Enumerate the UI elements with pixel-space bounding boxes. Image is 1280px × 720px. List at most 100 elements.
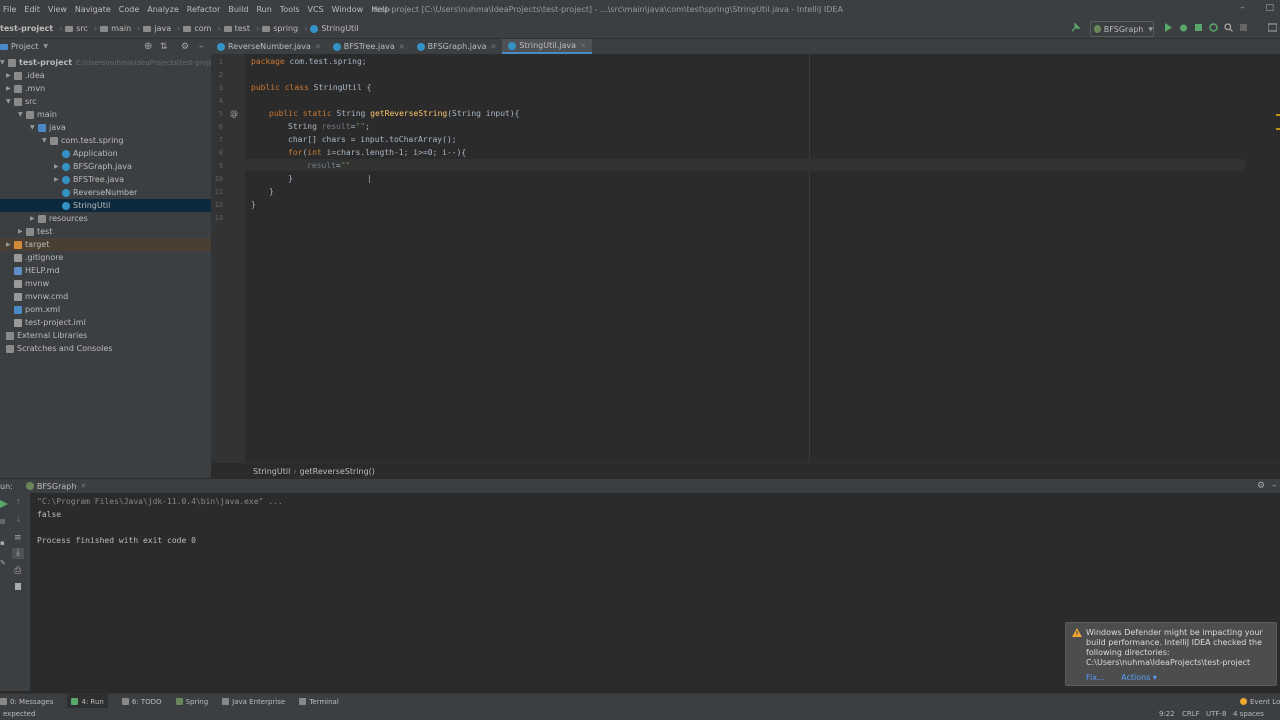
notification-balloon[interactable]: Windows Defender might be impacting your… — [1065, 622, 1277, 686]
breadcrumb-src[interactable]: src — [76, 24, 88, 33]
run-configuration-select[interactable]: BFSGraph ▼ — [1090, 21, 1154, 37]
expanded-arrow-icon[interactable]: ▼ — [42, 137, 50, 144]
gear-icon[interactable]: ⚙ — [181, 42, 189, 52]
tree-item-gitignore[interactable]: .gitignore — [14, 251, 63, 264]
tree-item-help-md[interactable]: HELP.md — [14, 264, 60, 277]
coverage-icon[interactable] — [1194, 23, 1203, 32]
editor-breadcrumb-class[interactable]: StringUtil — [253, 467, 290, 476]
indent-setting[interactable]: 4 spaces — [1233, 710, 1264, 718]
collapsed-arrow-icon[interactable]: ▶ — [54, 163, 62, 170]
menu-code[interactable]: Code — [119, 5, 139, 14]
file-encoding[interactable]: UTF-8 — [1206, 710, 1226, 718]
profile-icon[interactable] — [1209, 23, 1218, 32]
breadcrumb-spring[interactable]: spring — [273, 24, 298, 33]
tree-item-src[interactable]: ▼ src — [6, 95, 37, 108]
editor-breadcrumb-method[interactable]: getReverseString() — [300, 467, 375, 476]
breadcrumb-com[interactable]: com — [194, 24, 211, 33]
tab-bfstree[interactable]: BFSTree.java ✕ — [327, 39, 411, 54]
scroll-to-end-icon[interactable]: ⤓ — [12, 548, 24, 559]
menu-run[interactable]: Run — [256, 5, 271, 14]
search-everywhere-icon[interactable] — [1224, 23, 1233, 32]
close-icon[interactable]: ✕ — [580, 42, 586, 50]
menu-build[interactable]: Build — [228, 5, 248, 14]
project-structure-icon[interactable] — [1268, 23, 1277, 32]
method-marker-icon[interactable]: @ — [230, 109, 238, 118]
rerun-icon[interactable] — [0, 500, 8, 508]
tree-item-idea[interactable]: ▶ .idea — [6, 69, 45, 82]
breadcrumb-project[interactable]: test-project — [0, 24, 53, 33]
restore-layout-icon[interactable]: ▪ — [0, 539, 5, 547]
code-editor[interactable]: package com.test.spring; public class St… — [245, 54, 1251, 462]
caret-position[interactable]: 9:22 — [1159, 710, 1175, 718]
tree-item-bfsgraph[interactable]: ▶ BFSGraph.java — [54, 160, 132, 173]
hide-icon[interactable]: – — [199, 42, 204, 52]
close-icon[interactable]: ✕ — [399, 43, 405, 51]
menu-edit[interactable]: Edit — [24, 5, 40, 14]
tool-run[interactable]: 4: Run — [67, 694, 108, 709]
menu-analyze[interactable]: Analyze — [147, 5, 179, 14]
tab-bfsgraph[interactable]: BFSGraph.java ✕ — [411, 39, 503, 54]
stop-icon[interactable] — [0, 519, 5, 524]
close-icon[interactable]: ✕ — [315, 43, 321, 51]
close-icon[interactable]: ✕ — [80, 482, 86, 490]
collapsed-arrow-icon[interactable]: ▶ — [6, 85, 14, 92]
run-tab-bfsgraph[interactable]: BFSGraph — [37, 482, 77, 491]
tree-item-mvnw-cmd[interactable]: mvnw.cmd — [14, 290, 68, 303]
menu-navigate[interactable]: Navigate — [75, 5, 111, 14]
print-icon[interactable]: ⎙ — [14, 566, 21, 576]
tree-item-reversenumber[interactable]: ReverseNumber — [54, 186, 137, 199]
menu-tools[interactable]: Tools — [280, 5, 300, 14]
expanded-arrow-icon[interactable]: ▼ — [18, 111, 26, 118]
breadcrumb-test[interactable]: test — [235, 24, 250, 33]
collapsed-arrow-icon[interactable]: ▶ — [54, 176, 62, 183]
line-separator[interactable]: CRLF — [1182, 710, 1200, 718]
trash-icon[interactable] — [15, 583, 21, 590]
tree-item-iml[interactable]: test-project.iml — [14, 316, 86, 329]
hammer-icon[interactable] — [1071, 22, 1081, 32]
menu-window[interactable]: Window — [332, 5, 364, 14]
tree-item-main[interactable]: ▼ main — [18, 108, 57, 121]
chevron-down-icon[interactable]: ▼ — [43, 43, 48, 50]
breadcrumb-main[interactable]: main — [111, 24, 131, 33]
tree-item-mvn[interactable]: ▶ .mvn — [6, 82, 45, 95]
restore-icon[interactable]: □ — [1265, 3, 1274, 13]
hide-icon[interactable]: – — [1272, 481, 1277, 491]
tree-item-mvnw[interactable]: mvnw — [14, 277, 49, 290]
collapsed-arrow-icon[interactable]: ▶ — [30, 215, 38, 222]
minimize-icon[interactable]: – — [1240, 3, 1245, 13]
tree-item-stringutil-selected[interactable]: StringUtil — [0, 199, 211, 212]
gear-icon[interactable]: ⚙ — [1257, 481, 1265, 491]
collapsed-arrow-icon[interactable]: ▶ — [6, 72, 14, 79]
tool-todo[interactable]: 6: TODO — [121, 698, 162, 706]
breadcrumb-java[interactable]: java — [154, 24, 171, 33]
up-arrow-icon[interactable]: ↑ — [15, 498, 22, 507]
menu-vcs[interactable]: VCS — [308, 5, 324, 14]
collapsed-arrow-icon[interactable]: ▶ — [6, 241, 14, 248]
tab-stringutil[interactable]: StringUtil.java ✕ — [502, 39, 592, 54]
locate-icon[interactable]: ⊕ — [144, 41, 152, 52]
fix-link[interactable]: Fix... — [1086, 673, 1105, 682]
tree-item-package[interactable]: ▼ com.test.spring — [42, 134, 123, 147]
tool-java-enterprise[interactable]: Java Enterprise — [222, 698, 285, 706]
tree-item-bfstree[interactable]: ▶ BFSTree.java — [54, 173, 124, 186]
collapse-all-icon[interactable]: ⇅ — [160, 42, 168, 52]
warning-marker-icon[interactable] — [1276, 114, 1280, 116]
tree-item-target[interactable]: ▶ target — [0, 238, 211, 251]
soft-wrap-icon[interactable]: ≡ — [14, 533, 22, 543]
stop-icon[interactable] — [1239, 23, 1248, 32]
expanded-arrow-icon[interactable]: ▼ — [0, 59, 8, 66]
tree-item-application[interactable]: Application — [54, 147, 118, 160]
menu-view[interactable]: View — [48, 5, 67, 14]
tree-item-external-libraries[interactable]: External Libraries — [6, 329, 87, 342]
project-panel-title[interactable]: Project — [11, 42, 38, 51]
tree-item-java[interactable]: ▼ java — [30, 121, 66, 134]
collapsed-arrow-icon[interactable]: ▶ — [18, 228, 26, 235]
warning-marker-icon[interactable] — [1276, 128, 1280, 130]
tree-item-test-project[interactable]: ▼ test-project C:\Users\nuhma\IdeaProjec… — [0, 56, 220, 69]
tool-terminal[interactable]: Terminal — [299, 698, 339, 706]
expanded-arrow-icon[interactable]: ▼ — [6, 98, 14, 105]
expanded-arrow-icon[interactable]: ▼ — [30, 124, 38, 131]
tree-item-resources[interactable]: ▶ resources — [30, 212, 88, 225]
run-icon[interactable] — [1164, 23, 1173, 32]
menu-refactor[interactable]: Refactor — [187, 5, 221, 14]
